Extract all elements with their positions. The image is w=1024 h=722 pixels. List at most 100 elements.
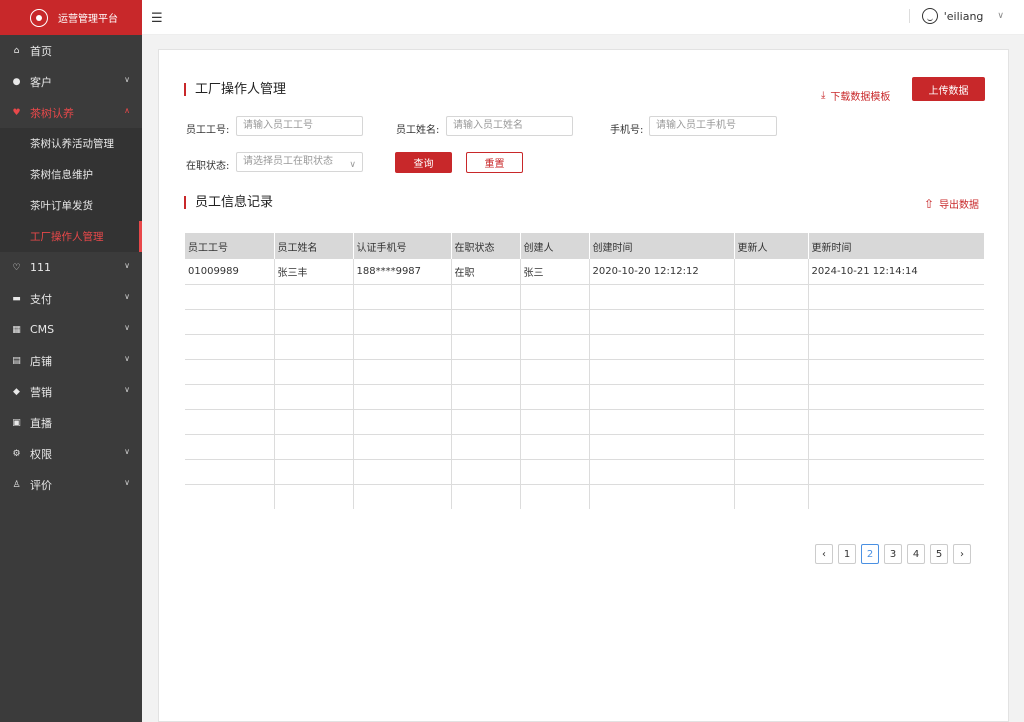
table-header-cell: 认证手机号 [353, 233, 452, 259]
heart-icon: ♡ [12, 262, 21, 273]
chevron-up-icon: ∧ [124, 106, 130, 115]
table-cell [808, 409, 984, 435]
sidebar-item-6[interactable]: ▤ 店铺 ∨ [0, 345, 142, 376]
sidebar-item-label: 评价 [30, 478, 52, 492]
table-header-cell: 更新人 [734, 233, 809, 259]
sidebar-item-10[interactable]: ♙ 评价 ∨ [0, 469, 142, 500]
table-cell [185, 459, 275, 485]
chevron-down-icon: ∨ [349, 160, 356, 170]
page-button-3[interactable]: 3 [884, 544, 902, 564]
sidebar-item-4[interactable]: ▬ 支付 ∨ [0, 283, 142, 314]
table-cell [734, 259, 809, 285]
table-header-cell: 员工工号 [185, 233, 275, 259]
next-page-button[interactable]: › [953, 544, 971, 564]
sidebar-item-9[interactable]: ⚙ 权限 ∨ [0, 438, 142, 469]
table-cell [808, 284, 984, 310]
live-icon: ▣ [12, 417, 21, 428]
table-row [185, 359, 984, 385]
table-cell [589, 409, 735, 435]
chevron-down-icon: ∨ [124, 323, 130, 332]
status-select-placeholder: 请选择员工在职状态 [243, 156, 333, 167]
table-header-row: 员工工号 员工姓名 认证手机号 在职状态 创建人 创建时间 更新人 更新时间 [185, 233, 984, 259]
sidebar-item-1[interactable]: ● 客户 ∨ [0, 66, 142, 97]
chevron-down-icon: ∨ [124, 354, 130, 363]
table-cell [520, 284, 590, 310]
sidebar-item-0[interactable]: ⌂ 首页 [0, 35, 142, 66]
table-cell [274, 434, 354, 460]
page-button-2[interactable]: 2 [861, 544, 879, 564]
table-cell [274, 334, 354, 360]
download-template-link[interactable]: ⤓ 下载数据模板 [821, 88, 890, 103]
menu-toggle-icon[interactable]: ☰ [151, 11, 163, 26]
brand: 运营管理平台 [0, 0, 142, 35]
phone-label: 手机号: [610, 125, 644, 136]
table-header-cell: 创建时间 [589, 233, 735, 259]
table-cell: 188****9987 [353, 259, 452, 285]
table-cell [734, 459, 809, 485]
table-cell [520, 434, 590, 460]
brand-logo-icon [30, 8, 48, 27]
user-menu[interactable]: 'eiliang ∨ [908, 8, 1004, 24]
chevron-down-icon: ∨ [124, 385, 130, 394]
sidebar-item-2[interactable]: ♥ 茶树认养 ∧ [0, 97, 142, 128]
table-row [185, 484, 984, 509]
sidebar-subitem-1[interactable]: 茶树信息维护 [0, 159, 142, 190]
table-cell [808, 459, 984, 485]
table-cell [734, 434, 809, 460]
employee-name-input[interactable]: 请输入员工姓名 [446, 116, 573, 136]
table-cell [520, 359, 590, 385]
page-button-1[interactable]: 1 [838, 544, 856, 564]
table-cell [185, 384, 275, 410]
table-cell [353, 434, 452, 460]
username: 'eiliang [943, 9, 984, 23]
table-cell [274, 409, 354, 435]
table-cell [589, 359, 735, 385]
sidebar-item-8[interactable]: ▣ 直播 [0, 407, 142, 438]
table-cell [451, 384, 521, 410]
table-cell [734, 309, 809, 335]
table-cell [520, 409, 590, 435]
sidebar-item-7[interactable]: ◆ 营销 ∨ [0, 376, 142, 407]
sidebar-subitem-0[interactable]: 茶树认养活动管理 [0, 128, 142, 159]
tea-icon: ♥ [12, 107, 21, 118]
table-cell [353, 309, 452, 335]
table-cell [734, 384, 809, 410]
pagination: ‹ 1 2 3 4 5 › [815, 544, 971, 564]
table-cell [734, 409, 809, 435]
upload-icon: ⇧ [924, 196, 935, 211]
sidebar-item-5[interactable]: ▦ CMS ∨ [0, 314, 142, 345]
status-select[interactable]: 请选择员工在职状态 ∨ [236, 152, 363, 172]
sidebar-subitem-2[interactable]: 茶叶订单发货 [0, 190, 142, 221]
table-header-cell: 创建人 [520, 233, 590, 259]
table-cell [185, 309, 275, 335]
sidebar-item-3[interactable]: ♡ 111 ∨ [0, 252, 142, 283]
table-row [185, 284, 984, 310]
status-label: 在职状态: [186, 161, 230, 172]
page-button-5[interactable]: 5 [930, 544, 948, 564]
reset-button[interactable]: 重置 [466, 152, 523, 173]
sidebar-item-label: 111 [30, 261, 51, 274]
upload-data-button[interactable]: 上传数据 [912, 77, 985, 101]
table-row [185, 334, 984, 360]
employee-id-input[interactable]: 请输入员工工号 [236, 116, 363, 136]
table-cell [353, 384, 452, 410]
query-button[interactable]: 查询 [395, 152, 452, 173]
table-cell [520, 484, 590, 509]
page-button-4[interactable]: 4 [907, 544, 925, 564]
table-cell [520, 459, 590, 485]
sidebar-subitem-3[interactable]: 工厂操作人管理 [0, 221, 142, 252]
table-row [185, 434, 984, 460]
phone-input[interactable]: 请输入员工手机号 [649, 116, 777, 136]
grid-icon: ▦ [12, 324, 21, 335]
table-cell [451, 409, 521, 435]
prev-page-button[interactable]: ‹ [815, 544, 833, 564]
table-cell [589, 309, 735, 335]
export-data-link[interactable]: ⇧ 导出数据 [924, 196, 979, 212]
table-cell: 在职 [451, 259, 521, 285]
table-row [185, 384, 984, 410]
table-cell [451, 284, 521, 310]
table-row [185, 309, 984, 335]
home-icon: ⌂ [13, 45, 20, 56]
download-template-label: 下载数据模板 [830, 92, 891, 103]
table-cell [353, 284, 452, 310]
